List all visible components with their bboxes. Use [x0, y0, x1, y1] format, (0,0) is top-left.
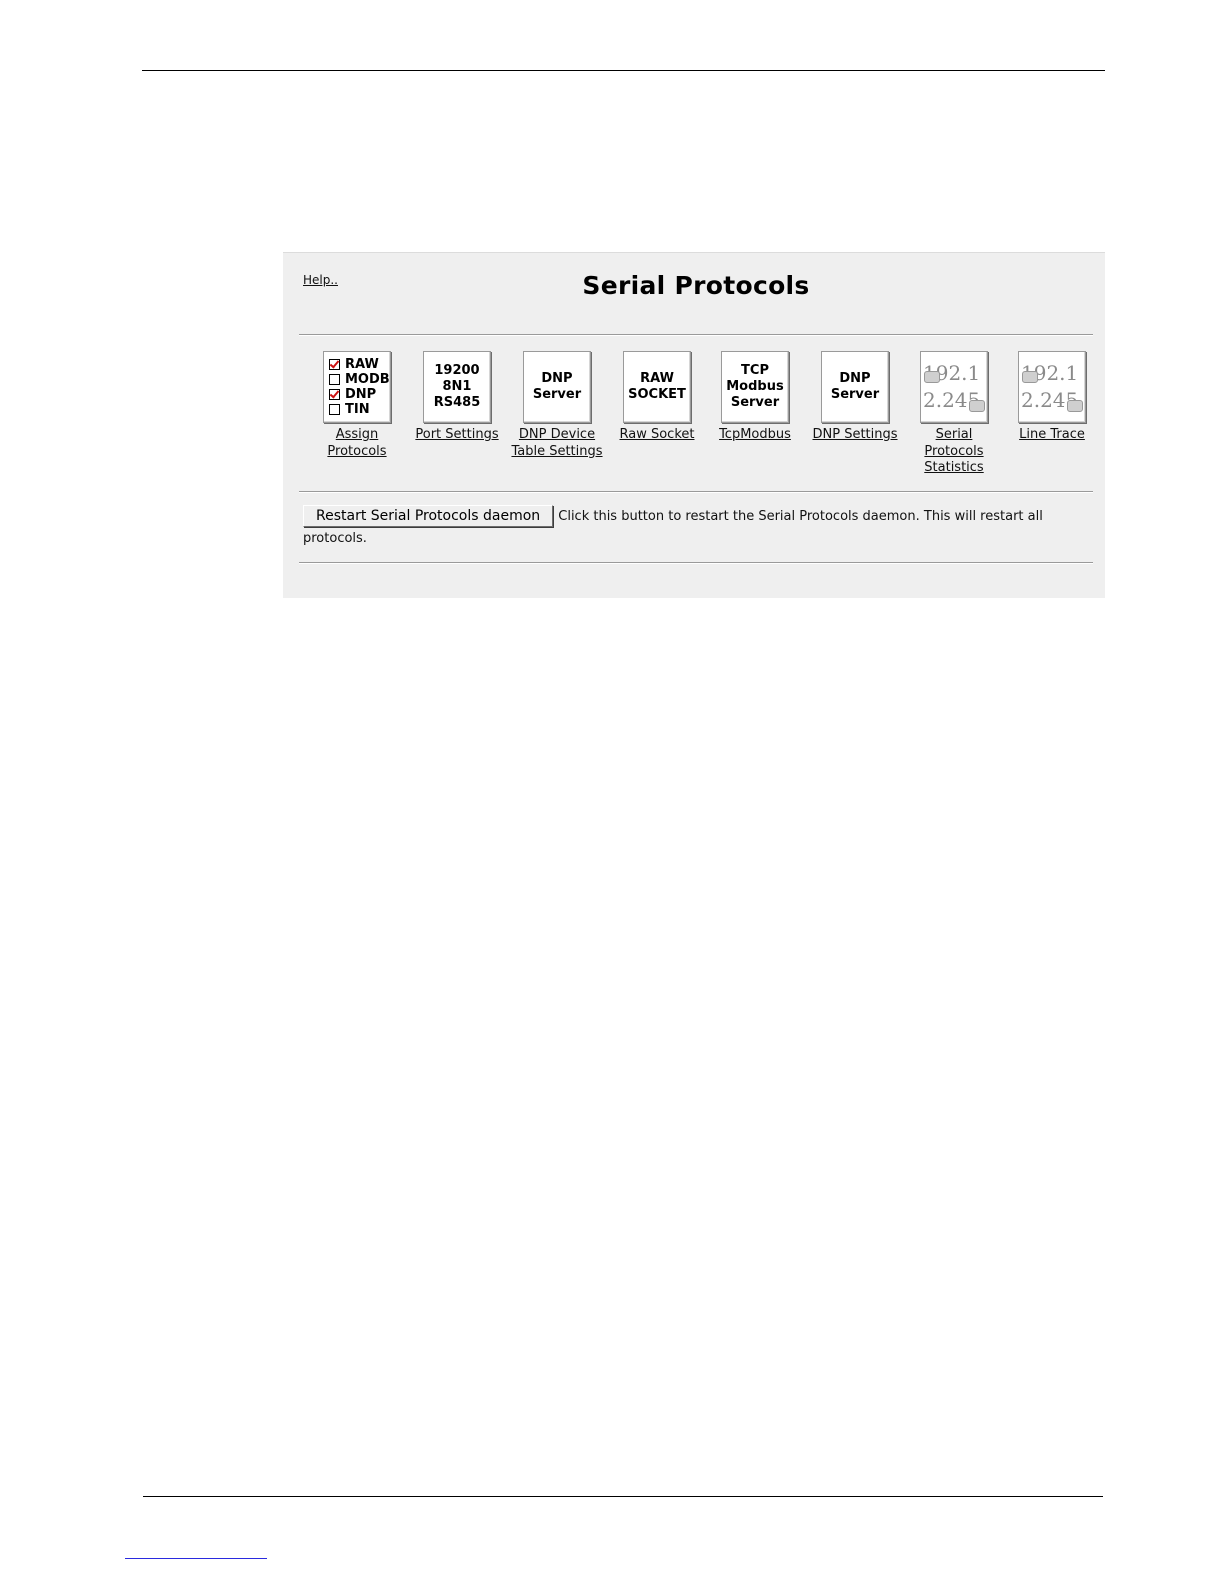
raw-socket-icon[interactable]: RAW SOCKET [623, 351, 691, 423]
protocol-checklist-icon[interactable]: RAW MODB DNP TIN [323, 351, 391, 423]
tile-dnp-settings[interactable]: DNP Server DNP Settings [805, 351, 905, 444]
icon-line: Server [830, 387, 880, 402]
protocol-row-raw: RAW [329, 357, 391, 372]
divider [299, 562, 1093, 564]
protocol-name: TIN [345, 402, 370, 417]
icon-line: RS485 [433, 395, 481, 410]
page-header-rule [142, 70, 1105, 71]
checkbox-unchecked-icon [329, 374, 340, 385]
icon-line: SOCKET [628, 387, 686, 402]
page-footer-rule [143, 1496, 1103, 1497]
checkbox-checked-icon [329, 359, 340, 370]
tile-serial-protocols-statistics[interactable]: 192.1 2.245 Serial Protocols Statistics [904, 351, 1004, 477]
divider [299, 334, 1093, 336]
tile-label-tcpmodbus[interactable]: TcpModbus [705, 427, 805, 444]
checkbox-unchecked-icon [329, 404, 340, 415]
icon-line: RAW [640, 371, 674, 386]
icon-line: TCP [741, 363, 769, 378]
tile-label-dnp-device-table[interactable]: DNP Device Table Settings [507, 427, 607, 460]
protocol-name: RAW [345, 357, 379, 372]
ip-address-icon[interactable]: 192.1 2.245 [920, 351, 988, 423]
protocol-row-modb: MODB [329, 372, 391, 387]
page-title: Serial Protocols [582, 271, 810, 300]
protocol-name: DNP [345, 387, 377, 402]
protocol-name: MODB [345, 372, 390, 387]
tile-raw-socket[interactable]: RAW SOCKET Raw Socket [607, 351, 707, 444]
tile-label-port-settings[interactable]: Port Settings [407, 427, 507, 444]
hand-icon [1022, 371, 1038, 383]
tile-label-serial-protocols-statistics[interactable]: Serial Protocols Statistics [904, 427, 1004, 477]
hand-icon [969, 400, 985, 412]
tile-assign-protocols[interactable]: RAW MODB DNP TIN Assign Protocols [307, 351, 407, 460]
protocol-tiles: RAW MODB DNP TIN Assign Protocols 19200 … [307, 351, 1097, 481]
ip-address-icon[interactable]: 192.1 2.245 [1018, 351, 1086, 423]
tile-line-trace[interactable]: 192.1 2.245 Line Trace [1002, 351, 1102, 444]
protocol-row-tin: TIN [329, 402, 391, 417]
dnp-server-icon[interactable]: DNP Server [821, 351, 889, 423]
restart-section: Restart Serial Protocols daemon Click th… [303, 505, 1093, 549]
icon-line: Modbus [726, 379, 784, 394]
tile-label-dnp-settings[interactable]: DNP Settings [805, 427, 905, 444]
tile-port-settings[interactable]: 19200 8N1 RS485 Port Settings [407, 351, 507, 444]
footer-link-underline [125, 1558, 267, 1559]
icon-line: 8N1 [442, 379, 472, 394]
hand-icon [924, 371, 940, 383]
checkbox-checked-icon [329, 389, 340, 400]
icon-line: Server [532, 387, 582, 402]
dnp-server-icon[interactable]: DNP Server [523, 351, 591, 423]
tile-dnp-device-table[interactable]: DNP Server DNP Device Table Settings [507, 351, 607, 460]
hand-icon [1067, 400, 1083, 412]
tile-label-raw-socket[interactable]: Raw Socket [607, 427, 707, 444]
protocol-row-dnp: DNP [329, 387, 391, 402]
tile-label-line-trace[interactable]: Line Trace [1002, 427, 1102, 444]
tile-label-assign-protocols[interactable]: Assign Protocols [307, 427, 407, 460]
tile-tcpmodbus[interactable]: TCP Modbus Server TcpModbus [705, 351, 805, 444]
port-settings-icon[interactable]: 19200 8N1 RS485 [423, 351, 491, 423]
icon-line: Server [730, 395, 780, 410]
tcp-modbus-server-icon[interactable]: TCP Modbus Server [721, 351, 789, 423]
icon-line: DNP [839, 371, 871, 386]
divider [299, 491, 1093, 493]
icon-line: 19200 [434, 363, 480, 378]
icon-line: DNP [541, 371, 573, 386]
serial-protocols-panel: Help.. Serial Protocols RAW MODB DNP TIN… [283, 252, 1105, 598]
restart-daemon-button[interactable]: Restart Serial Protocols daemon [303, 505, 554, 527]
